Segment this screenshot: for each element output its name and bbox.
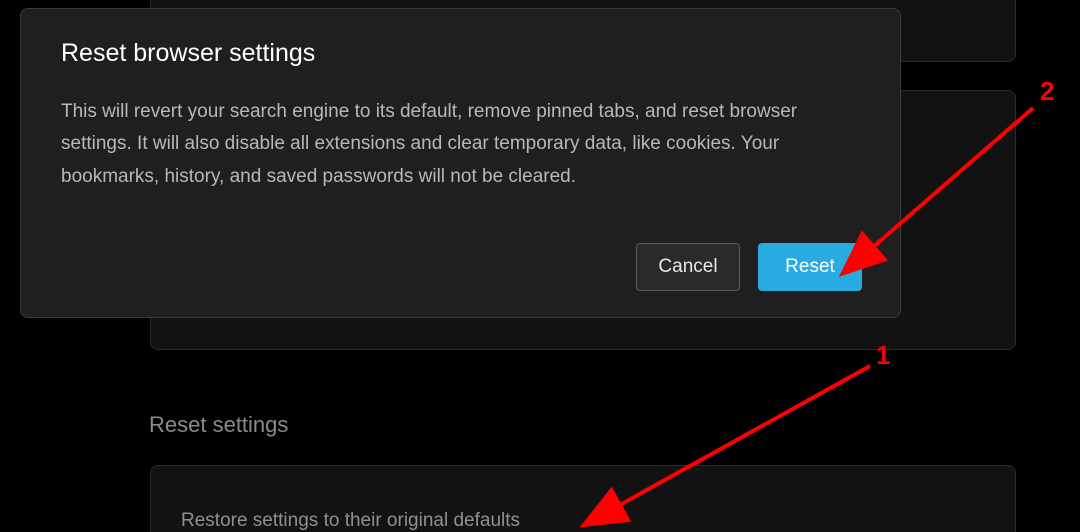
dialog-body: This will revert your search engine to i… xyxy=(61,96,860,193)
reset-browser-dialog: Reset browser settings This will revert … xyxy=(20,8,901,318)
annotation-label-1: 1 xyxy=(876,340,890,370)
reset-button[interactable]: Reset xyxy=(758,243,862,291)
restore-defaults-row[interactable]: Restore settings to their original defau… xyxy=(150,465,1016,532)
reset-settings-heading: Reset settings xyxy=(149,412,288,438)
dialog-title: Reset browser settings xyxy=(61,39,860,68)
cancel-button[interactable]: Cancel xyxy=(636,243,740,291)
restore-defaults-label: Restore settings to their original defau… xyxy=(181,510,520,532)
dialog-actions: Cancel Reset xyxy=(636,243,862,291)
annotation-label-2: 2 xyxy=(1040,76,1054,106)
